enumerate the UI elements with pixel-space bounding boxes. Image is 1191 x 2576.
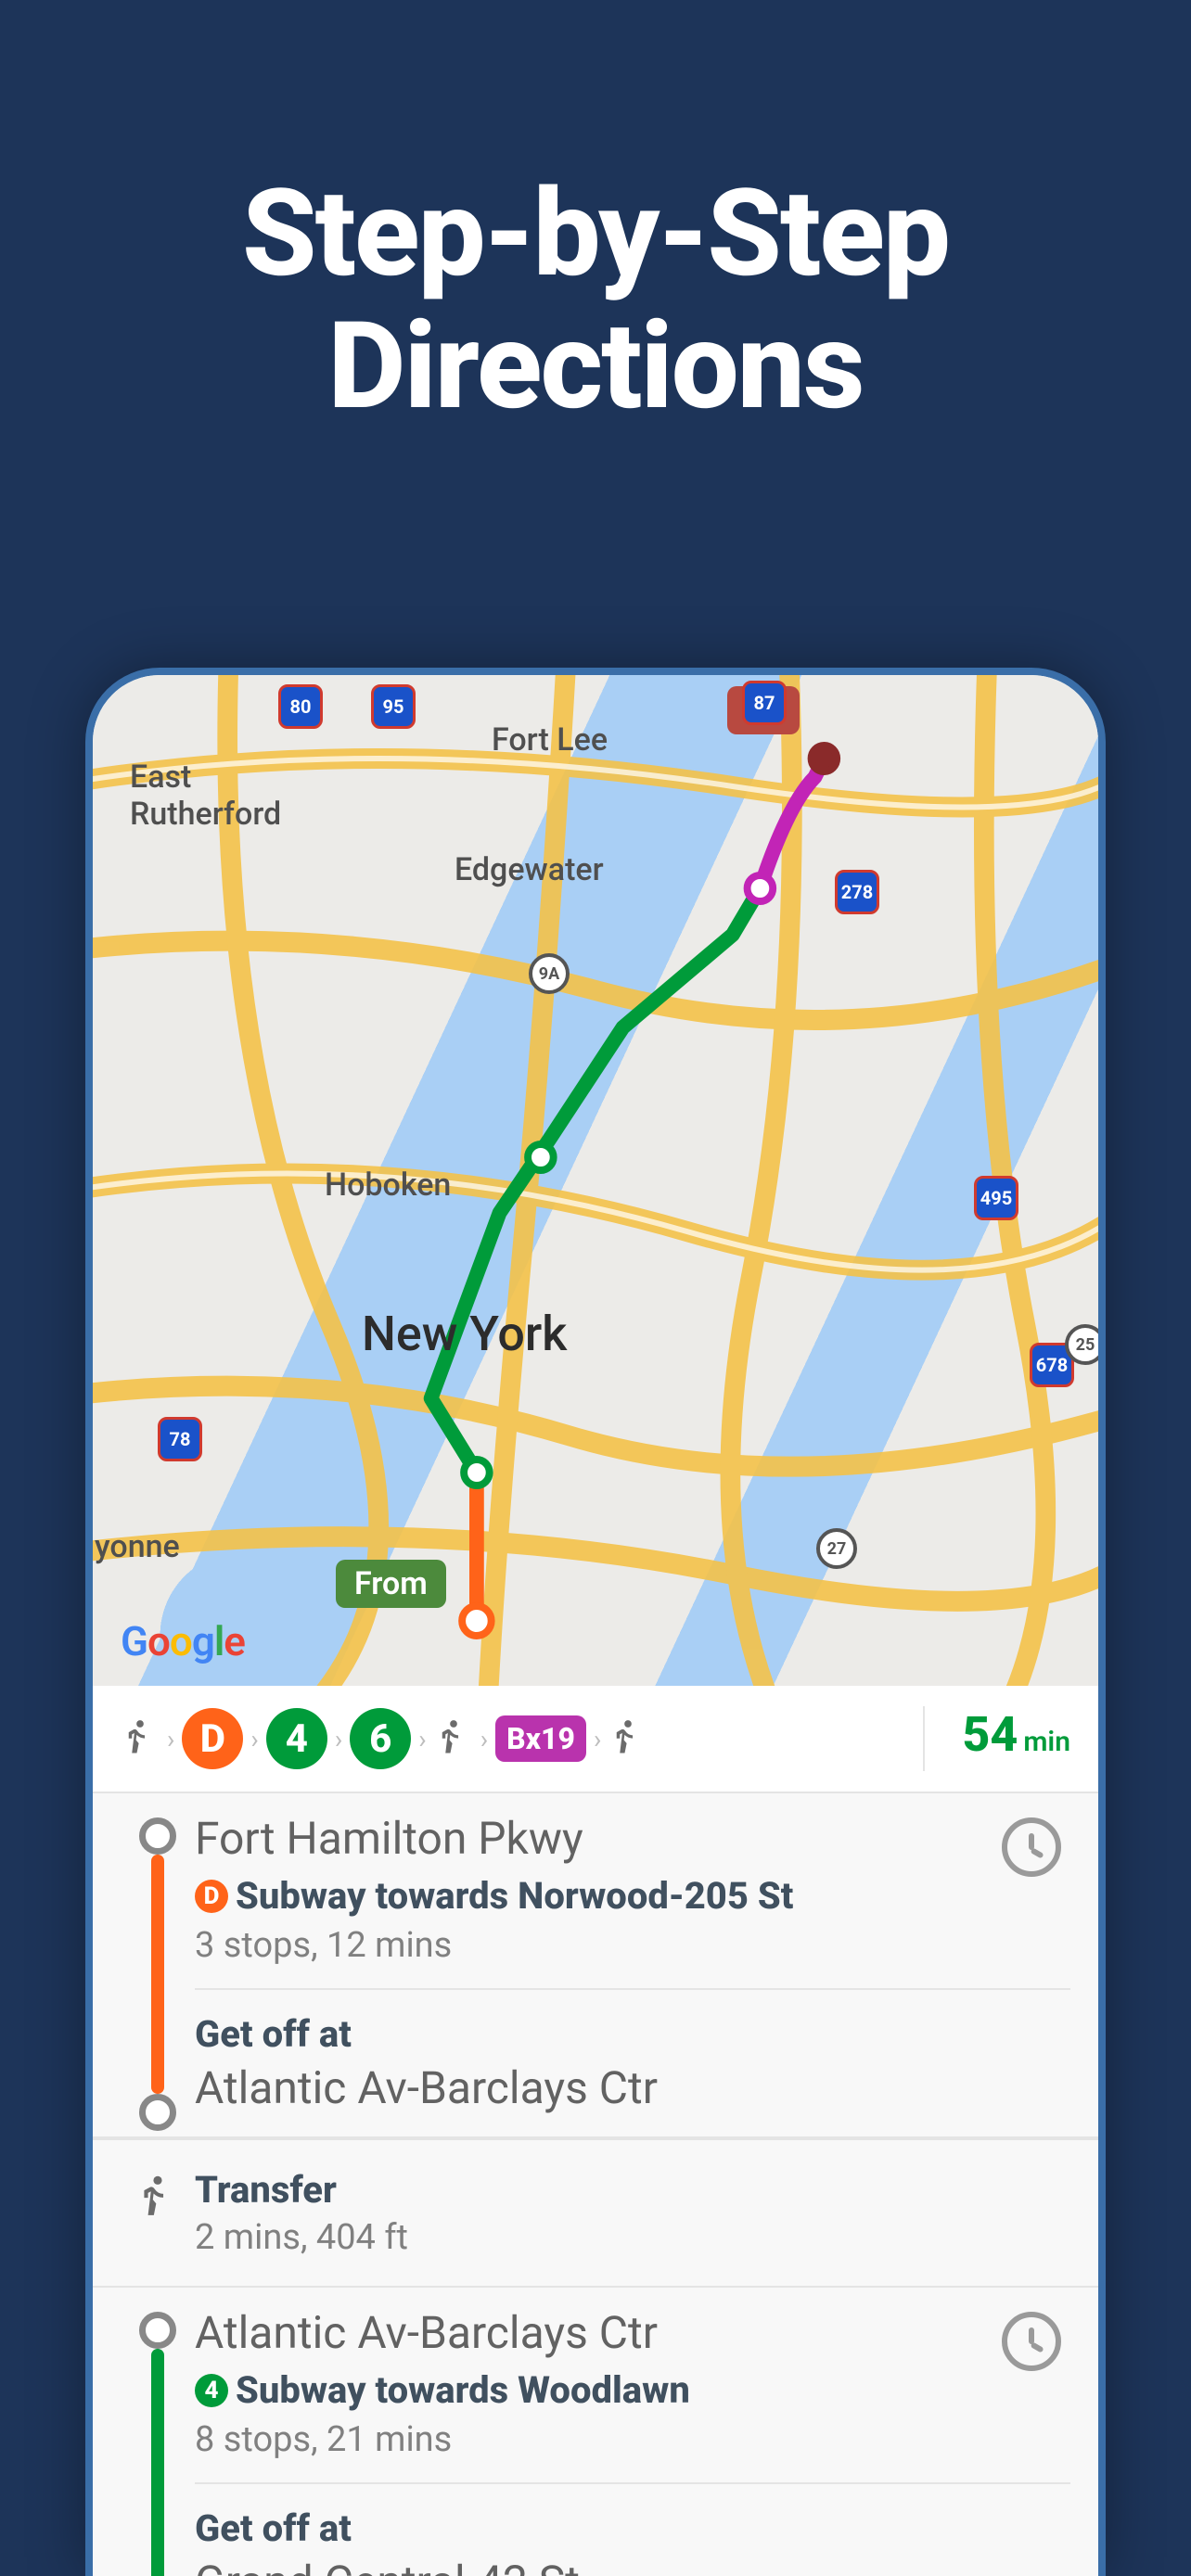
line-bar [151,2349,164,2576]
chevron-right-icon: › [480,1724,488,1754]
chevron-right-icon: › [167,1724,174,1754]
ride-meta: 3 stops, 12 mins [195,1925,983,1966]
interstate-shield-78: 78 [158,1417,202,1461]
walk-icon [434,1717,473,1760]
route-summary-bar[interactable]: › D › 4 › 6 › › Bx19 › 54 min [93,1686,1098,1793]
station-dot-icon [139,2094,176,2131]
map-view[interactable]: To From New York East Rutherford Fort Le… [93,675,1098,1686]
line-mini-badge-4: 4 [195,2374,228,2407]
route-chips: › D › 4 › 6 › › Bx19 › [121,1708,647,1769]
line-badge-d: D [182,1708,243,1769]
bus-badge-bx19: Bx19 [495,1715,586,1762]
promo-headline: Step-by-Step Directions [0,0,1191,432]
chevron-right-icon: › [335,1724,342,1754]
get-off-label: Get off at [195,2506,1070,2550]
walk-icon [121,2168,195,2224]
walk-icon [121,1717,160,1760]
chevron-right-icon: › [594,1724,601,1754]
get-off-label: Get off at [195,2012,1070,2056]
line-bar [151,1855,164,2094]
route-badge-27: 27 [816,1528,857,1569]
station-dot-icon [139,1817,176,1855]
eta-value: 54 [962,1706,1018,1763]
eta-unit: min [1023,1726,1070,1758]
route-badge-25: 25 [1065,1324,1098,1365]
route-badge-9a: 9A [529,953,570,994]
map-place-hoboken: Hoboken [325,1167,451,1204]
interstate-shield-87: 87 [742,681,787,725]
interstate-shield-278: 278 [835,870,879,914]
subway-direction: Subway towards Woodlawn [236,2368,690,2412]
headline-line-2: Directions [0,300,1191,432]
interstate-shield-495: 495 [974,1176,1018,1220]
ride-meta: 8 stops, 21 mins [195,2419,983,2460]
headline-line-1: Step-by-Step [0,167,1191,300]
board-station: Fort Hamilton Pkwy [195,1812,983,1865]
transfer-segment[interactable]: Transfer 2 mins, 404 ft [93,2138,1098,2288]
board-station: Atlantic Av-Barclays Ctr [195,2306,983,2359]
map-city-label: New York [362,1306,567,1362]
ride-segment[interactable]: Atlantic Av-Barclays Ctr 4 Subway toward… [93,2288,1098,2576]
chevron-right-icon: › [418,1724,426,1754]
clock-icon[interactable] [1002,2312,1061,2371]
ride-segment[interactable]: Fort Hamilton Pkwy D Subway towards Norw… [93,1793,1098,2138]
eta: 54 min [923,1706,1070,1771]
transfer-meta: 2 mins, 404 ft [195,2217,408,2258]
get-off-station: Grand Central-42 St [195,2556,1070,2576]
line-mini-badge-d: D [195,1880,228,1913]
clock-icon[interactable] [1002,1817,1061,1877]
map-from-pill: From [336,1560,446,1608]
phone-frame: To From New York East Rutherford Fort Le… [85,668,1106,2576]
map-place-yonne: yonne [95,1528,180,1565]
subway-direction: Subway towards Norwood-205 St [236,1874,793,1918]
line-badge-6: 6 [350,1708,411,1769]
walk-icon [608,1717,647,1760]
chevron-right-icon: › [250,1724,258,1754]
map-place-fort-lee: Fort Lee [492,721,608,759]
map-place-edgewater: Edgewater [455,851,604,888]
transfer-title: Transfer [195,2168,408,2212]
get-off-station: Atlantic Av-Barclays Ctr [195,2061,1070,2136]
google-attribution: Google [121,1617,245,1665]
interstate-shield-80: 80 [278,684,323,729]
station-dot-icon [139,2312,176,2349]
line-badge-4: 4 [266,1708,327,1769]
map-place-east-rutherford: East Rutherford [130,759,281,833]
interstate-shield-95: 95 [371,684,416,729]
steps-list[interactable]: Fort Hamilton Pkwy D Subway towards Norw… [93,1793,1098,2576]
